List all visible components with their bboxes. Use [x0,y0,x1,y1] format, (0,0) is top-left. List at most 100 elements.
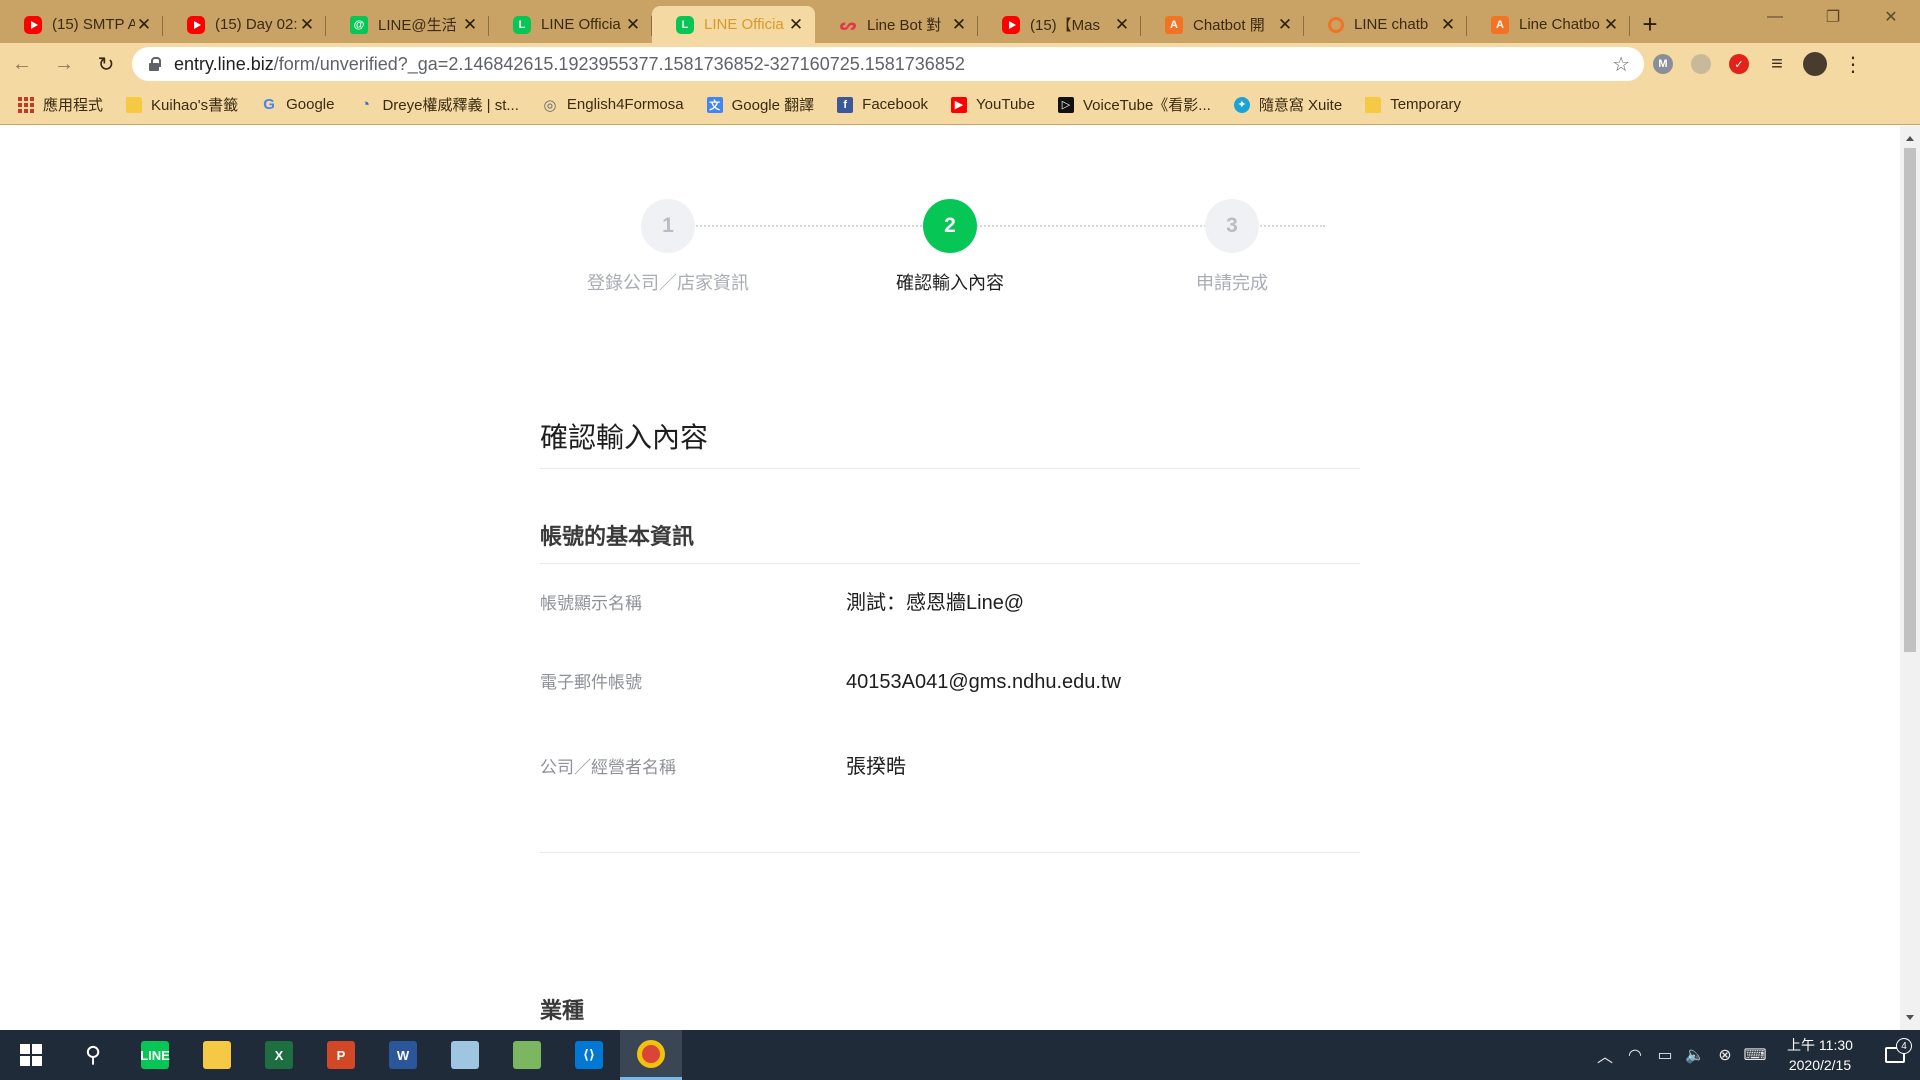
chevron-up-icon[interactable]: ︿ [1590,1043,1620,1067]
browser-tab-active[interactable]: L LINE Officia ✕ [652,6,815,43]
tab-title: (15) Day 02: [215,16,298,33]
url-path: /form/unverified?_ga=2.146842615.1923955… [273,53,965,74]
bookmark-voicetube[interactable]: ▷ VoiceTube《看影... [1057,94,1211,115]
browser-tab[interactable]: @ LINE@生活 ✕ [326,6,489,43]
folder-icon [1365,96,1382,113]
youtube-icon [1002,15,1020,34]
page-viewport: 1 登錄公司／店家資訊 2 確認輸入內容 3 申請完成 確認輸入內容 帳號的基本… [0,126,1900,1030]
xuite-icon: ✦ [1233,96,1250,113]
close-tab-icon[interactable]: ✕ [1439,15,1457,35]
network-error-icon[interactable]: ⊗ [1710,1045,1740,1065]
system-tray: ︿ ◠ ▭ 🔈 ⊗ ⌨ 上午 11:30 2020/2/15 4 [1590,1030,1920,1080]
new-tab-button[interactable]: + [1630,6,1670,43]
close-tab-icon[interactable]: ✕ [1276,15,1294,35]
tab-title: (15)【Mas [1030,17,1101,34]
browser-tab[interactable]: (15)【Mas ✕ [978,6,1141,43]
folder-icon [126,96,143,113]
field-value: 40153A041@gms.ndhu.edu.tw [846,671,1121,693]
page-scrollbar[interactable] [1900,126,1920,1030]
line-at-icon: @ [350,15,368,34]
m-extension-icon[interactable]: M [1644,46,1682,82]
word-icon[interactable]: W [372,1030,434,1080]
section-industry-title: 業種 [540,993,1360,1030]
bookmark-dreye[interactable]: ◔ Dreye權威釋義 | st... [357,94,519,115]
search-icon[interactable]: ⚲ [62,1030,124,1080]
media-icon[interactable]: ≡ [1758,46,1796,82]
close-tab-icon[interactable]: ✕ [950,15,968,35]
profile-avatar[interactable] [1796,46,1834,82]
vscode-icon[interactable]: ⟨⟩ [558,1030,620,1080]
browser-tab[interactable]: LINE chatb ✕ [1304,6,1467,43]
bookmark-label: 應用程式 [43,97,104,114]
bookmark-star-icon[interactable]: ☆ [1612,52,1630,77]
browser-tab[interactable]: L LINE Officia ✕ [489,6,652,43]
step-number: 1 [641,199,695,253]
bookmark-english4formosa[interactable]: ◎ English4Formosa [542,96,684,114]
forward-icon[interactable]: → [44,46,84,82]
input-method-icon[interactable]: ⌨ [1740,1045,1770,1065]
step-2-active: 2 確認輸入內容 [860,199,1040,295]
photos-icon[interactable] [496,1030,558,1080]
battery-icon[interactable]: ▭ [1650,1045,1680,1065]
tab-title: LINE chatb [1354,16,1429,33]
system-clock[interactable]: 上午 11:30 2020/2/15 [1770,1035,1870,1075]
chrome-icon[interactable] [620,1030,682,1080]
orange-a-icon: A [1491,15,1509,34]
bookmark-google-translate[interactable]: 文 Google 翻譯 [706,94,814,115]
browser-tab[interactable]: (15) SMTP A ✕ [0,6,163,43]
bookmark-label: English4Formosa [566,96,684,113]
scroll-thumb[interactable] [1904,148,1916,652]
wifi-icon[interactable]: ◠ [1620,1045,1650,1065]
restore-icon[interactable]: ❐ [1804,0,1862,34]
notepad-icon[interactable] [434,1030,496,1080]
bookmark-xuite[interactable]: ✦ 隨意窩 Xuite [1233,94,1343,115]
bookmark-facebook[interactable]: f Facebook [837,96,928,113]
tab-title: Line Bot 對 [867,17,942,34]
progress-stepper: 1 登錄公司／店家資訊 2 確認輸入內容 3 申請完成 [570,199,1410,299]
scroll-down-arrow-icon[interactable] [1906,1015,1914,1020]
file-explorer-icon[interactable] [186,1030,248,1080]
menu-kebab-icon[interactable]: ⋮ [1834,46,1872,82]
minimize-icon[interactable]: — [1746,0,1804,34]
close-tab-icon[interactable]: ✕ [1602,15,1620,35]
facebook-icon: f [837,96,854,113]
back-icon[interactable]: ← [2,46,42,82]
bookmark-label: 隨意窩 Xuite [1258,97,1343,114]
browser-tab[interactable]: (15) Day 02: ✕ [163,6,326,43]
bookmark-folder[interactable]: Kuihao's書籤 [126,94,238,115]
trend-micro-icon[interactable]: ✓ [1720,46,1758,82]
bookmark-folder[interactable]: Temporary [1365,96,1461,113]
close-tab-icon[interactable]: ✕ [461,15,479,35]
info-row-company: 公司／經營者名稱 張揆晧 [540,750,1360,832]
close-tab-icon[interactable]: ✕ [624,15,642,35]
bookmark-label: YouTube [976,96,1035,113]
bookmark-google[interactable]: G Google [261,96,334,113]
address-bar[interactable]: entry.line.biz/form/unverified?_ga=2.146… [132,47,1644,81]
line-icon: L [513,15,531,34]
close-tab-icon[interactable]: ✕ [787,15,805,35]
excel-icon[interactable]: X [248,1030,310,1080]
scroll-up-arrow-icon[interactable] [1906,136,1914,141]
bookmark-youtube[interactable]: ▶ YouTube [951,96,1035,113]
close-tab-icon[interactable]: ✕ [1113,15,1131,35]
line-app-icon[interactable]: LINE [124,1030,186,1080]
close-tab-icon[interactable]: ✕ [298,15,316,35]
clock-date: 2020/2/15 [1788,1057,1852,1073]
close-window-icon[interactable]: ✕ [1862,0,1920,34]
browser-tab[interactable]: A Line Chatbo ✕ [1467,6,1630,43]
browser-tab[interactable]: ᔕ Line Bot 對 ✕ [815,6,978,43]
tab-title: Chatbot 開 [1193,17,1265,34]
google-icon: G [263,96,275,113]
cloud-extension-icon[interactable] [1682,46,1720,82]
browser-tab[interactable]: A Chatbot 開 ✕ [1141,6,1304,43]
windows-start-icon[interactable] [0,1030,62,1080]
field-label: 公司／經營者名稱 [540,758,676,777]
close-tab-icon[interactable]: ✕ [135,15,153,35]
lock-icon[interactable] [146,56,162,72]
volume-icon[interactable]: 🔈 [1680,1045,1710,1065]
powerpoint-icon[interactable]: P [310,1030,372,1080]
notification-center-icon[interactable]: 4 [1870,1038,1920,1063]
orange-a-icon: A [1165,15,1183,34]
reload-icon[interactable]: ↻ [86,46,126,82]
bookmark-apps[interactable]: 應用程式 [18,94,103,115]
